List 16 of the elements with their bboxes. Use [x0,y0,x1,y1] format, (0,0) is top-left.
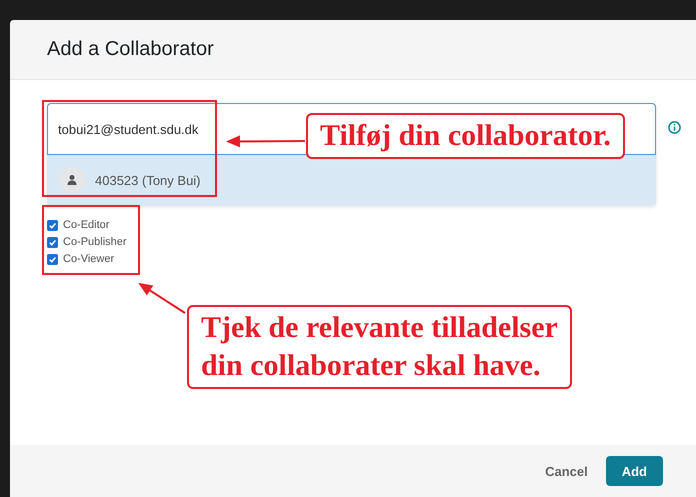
annotation-text: din collaborater skal have. [201,348,542,384]
cancel-button[interactable]: Cancel [541,464,592,478]
checkbox-label: Co-Publisher [63,236,127,248]
dialog-title: Add a Collaborator [47,38,214,61]
user-icon [59,167,85,193]
suggestion-label: 403523 (Tony Bui) [95,172,201,188]
add-button[interactable]: Add [606,456,663,486]
info-icon[interactable] [668,121,681,134]
annotation-text: Tilføj din collaborator. [320,118,611,154]
checkbox[interactable] [47,220,58,230]
checkbox[interactable] [47,254,58,264]
checkbox-label: Co-Editor [63,219,110,231]
checkbox-label: Co-Viewer [63,253,114,265]
checkbox[interactable] [47,236,58,248]
annotation-text: Tjek de relevante tilladelser [201,310,558,346]
suggestion-item[interactable]: 403523 (Tony Bui) [47,155,656,205]
